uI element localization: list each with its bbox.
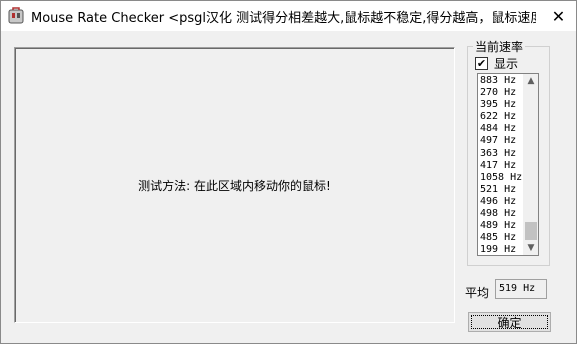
rate-list-item[interactable]: 489 Hz (480, 220, 524, 232)
rate-list-item[interactable]: 395 Hz (480, 99, 524, 111)
scroll-down-icon[interactable]: ▼ (523, 241, 538, 255)
rate-listbox[interactable]: 883 Hz 270 Hz 395 Hz 622 Hz 484 Hz 497 Hz 363 … (477, 73, 539, 256)
rate-list-item[interactable]: 485 Hz (480, 232, 524, 244)
rate-list-item[interactable]: 622 Hz (480, 111, 524, 123)
rate-list-item[interactable]: 363 Hz (480, 148, 524, 160)
rate-list-item[interactable]: 498 Hz (480, 208, 524, 220)
instruction-text: 测试方法: 在此区域内移动你的鼠标! (138, 178, 331, 193)
close-button[interactable]: ✕ (541, 1, 576, 31)
rate-list-item[interactable]: 521 Hz (480, 184, 524, 196)
rate-items: 883 Hz 270 Hz 395 Hz 622 Hz 484 Hz 497 Hz 363 … (480, 75, 524, 255)
average-label: 平均 (465, 286, 490, 300)
rate-list-item[interactable]: 497 Hz (480, 135, 524, 147)
rate-list-item[interactable]: 417 Hz (480, 160, 524, 172)
scroll-thumb[interactable] (525, 222, 537, 240)
rate-list-item[interactable]: 883 Hz (480, 75, 524, 87)
mouse-rate-checker-window: Mouse Rate Checker <psgl汉化 测试得分相差越大,鼠标越不… (0, 0, 577, 344)
mouse-tracking-area[interactable]: 测试方法: 在此区域内移动你的鼠标! (14, 47, 455, 323)
window-title: Mouse Rate Checker <psgl汉化 测试得分相差越大,鼠标越不… (31, 11, 536, 26)
ok-button[interactable]: 确定 (468, 312, 551, 332)
rate-list-item[interactable]: 496 Hz (480, 196, 524, 208)
rate-list-item[interactable]: 1058 Hz (480, 172, 524, 184)
show-checkbox-label: 显示 (494, 57, 519, 71)
scroll-up-icon[interactable]: ▲ (523, 74, 538, 88)
rate-list-item[interactable]: 270 Hz (480, 87, 524, 99)
rate-list-scrollbar[interactable]: ▲ ▼ (523, 74, 538, 255)
rate-list-item[interactable]: 484 Hz (480, 123, 524, 135)
focus-rect (471, 315, 548, 329)
current-rate-label: 当前速率 (473, 38, 526, 55)
average-value-field: 519 Hz (495, 279, 547, 299)
show-checkbox[interactable]: ✔ (475, 57, 488, 70)
mouse-app-icon (8, 7, 24, 24)
title-bar[interactable]: Mouse Rate Checker <psgl汉化 测试得分相差越大,鼠标越不… (1, 1, 576, 31)
rate-list-item[interactable]: 199 Hz (480, 244, 524, 255)
show-checkbox-row[interactable]: ✔ 显示 (475, 55, 518, 72)
